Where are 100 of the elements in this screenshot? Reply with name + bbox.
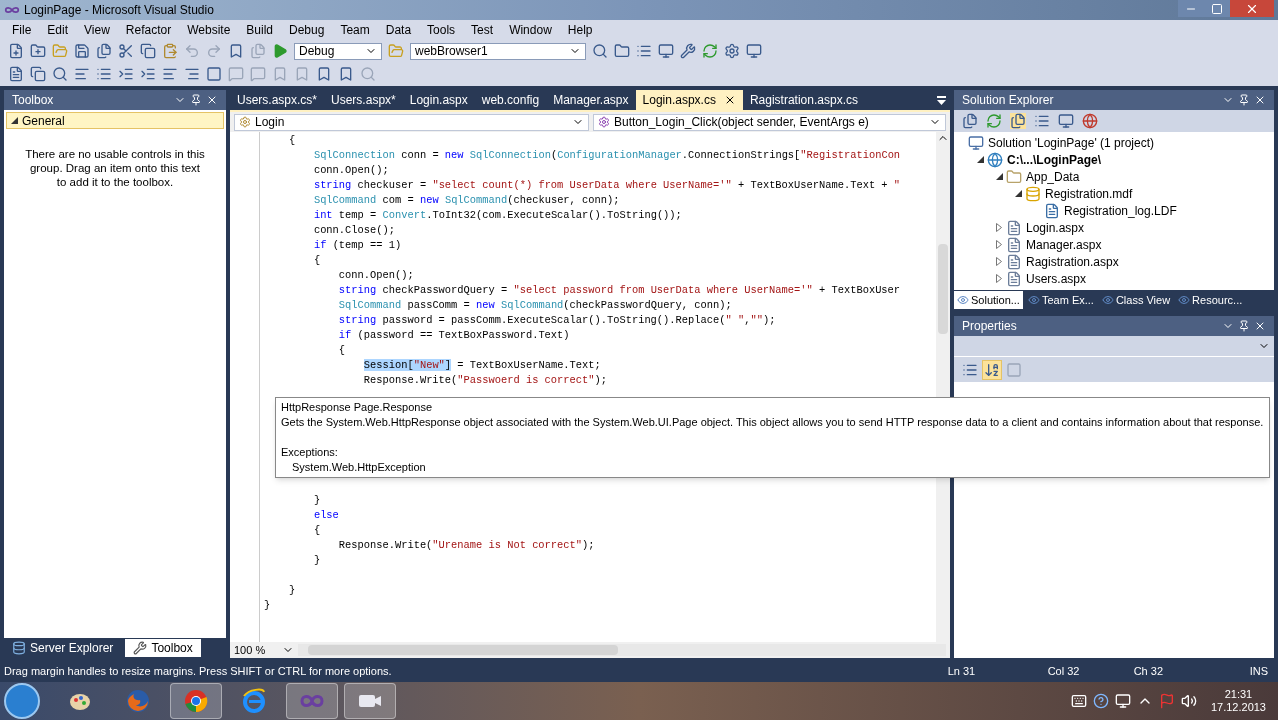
save-icon[interactable] <box>74 43 90 59</box>
fox-globe-icon[interactable] <box>125 688 151 714</box>
tree-item[interactable]: Solution 'LoginPage' (1 project) <box>988 133 1155 152</box>
taskbar-button[interactable] <box>286 683 338 719</box>
tree-item[interactable]: App_Data <box>1026 167 1080 186</box>
bookmark-icon[interactable] <box>338 66 354 82</box>
menu-item[interactable]: Team <box>332 21 378 39</box>
copy-icon[interactable] <box>30 66 46 82</box>
menu-item[interactable]: Build <box>238 21 281 39</box>
expanded-arrow-icon[interactable] <box>995 173 1003 180</box>
alphabetical-button[interactable] <box>982 359 1002 380</box>
volume-icon[interactable] <box>1180 693 1197 709</box>
menu-item[interactable]: File <box>4 21 40 39</box>
list-icon[interactable] <box>96 66 112 82</box>
horizontal-scrollbar[interactable] <box>298 644 946 656</box>
panel-tab[interactable]: Toolbox <box>125 639 201 657</box>
start-button[interactable] <box>4 683 40 719</box>
close-icon[interactable] <box>1254 94 1266 106</box>
refresh-icon[interactable] <box>986 113 1002 129</box>
globe-icon[interactable] <box>1082 113 1098 129</box>
refresh-icon[interactable] <box>702 43 718 59</box>
close-icon[interactable] <box>206 94 218 106</box>
settings-icon[interactable] <box>724 43 740 59</box>
frame-icon[interactable] <box>206 66 222 82</box>
menu-item[interactable]: Refactor <box>117 21 180 39</box>
indent-icon[interactable] <box>140 66 156 82</box>
flag-icon[interactable] <box>1158 693 1175 709</box>
taskbar-button[interactable] <box>344 683 396 719</box>
document-tab[interactable]: Ragistration.aspx.cs <box>742 90 865 110</box>
menu-item[interactable]: Debug <box>281 21 333 39</box>
panel-tab[interactable]: Class View <box>1098 291 1174 309</box>
menu-item[interactable]: Website <box>179 21 239 39</box>
window-title: LoginPage - Microsoft Visual Studio <box>24 2 215 19</box>
close-button[interactable] <box>1230 0 1274 17</box>
menu-item[interactable]: Data <box>377 21 420 39</box>
panel-title: Properties <box>962 318 1018 335</box>
panel-tab[interactable]: Server Explorer <box>4 639 122 657</box>
chrome-icon[interactable] <box>183 688 209 714</box>
document-tab[interactable]: Login.aspx <box>402 90 475 110</box>
e-logo-icon[interactable] <box>241 688 267 714</box>
expanded-arrow-icon[interactable] <box>976 156 984 163</box>
find-icon[interactable] <box>52 66 68 82</box>
menu-item[interactable]: View <box>76 21 118 39</box>
member-dropdown[interactable]: Button_Login_Click(object sender, EventArgs e) <box>593 113 946 131</box>
class-dropdown[interactable]: Login <box>234 113 589 131</box>
pin-icon[interactable] <box>190 94 202 106</box>
document-tab[interactable]: Manager.aspx <box>546 90 636 110</box>
menu-item[interactable]: Help <box>559 21 601 39</box>
menu-item[interactable]: Tools <box>419 21 464 39</box>
panel-tab[interactable]: Solution... <box>954 291 1023 309</box>
menu-item[interactable]: Window <box>501 21 560 39</box>
zoom-dropdown[interactable]: 100 % <box>234 641 294 659</box>
menu-item[interactable]: Test <box>463 21 502 39</box>
collapsed-arrow-icon[interactable] <box>996 274 1002 283</box>
list-icon[interactable] <box>1034 113 1050 129</box>
help-icon[interactable] <box>1092 693 1109 709</box>
text-icon[interactable] <box>74 66 90 82</box>
list-icon[interactable] <box>636 43 652 59</box>
pin-icon[interactable] <box>1238 320 1250 332</box>
tree-item[interactable]: Users.aspx <box>1026 269 1087 288</box>
taskbar-button[interactable] <box>170 683 222 719</box>
configuration-dropdown[interactable]: Debug <box>294 42 382 60</box>
tree-item[interactable]: Manager.aspx <box>1026 235 1102 254</box>
start-debugging-icon[interactable] <box>272 43 288 59</box>
expanded-arrow-icon[interactable] <box>1014 190 1022 197</box>
collapsed-arrow-icon[interactable] <box>996 223 1002 232</box>
tab-menu-icon[interactable] <box>937 96 946 105</box>
collapsed-arrow-icon[interactable] <box>996 257 1002 266</box>
document-tab[interactable]: Users.aspx* <box>324 90 403 110</box>
document-tab[interactable]: Users.aspx.cs* <box>230 90 325 110</box>
document-tab[interactable]: web.config <box>474 90 547 110</box>
panel-tab[interactable]: Team Ex... <box>1024 291 1097 309</box>
find-icon[interactable] <box>592 43 608 59</box>
panel-tab[interactable]: Resourc... <box>1175 291 1246 309</box>
tree-item[interactable]: Login.aspx <box>1026 218 1085 237</box>
maximize-button[interactable] <box>1204 0 1230 17</box>
toolbox-group-header[interactable]: General <box>6 112 224 129</box>
menu-item[interactable]: Edit <box>39 21 77 39</box>
maximize-icon <box>1211 2 1223 15</box>
new-file-icon[interactable] <box>8 43 24 59</box>
cut-icon[interactable] <box>118 43 134 59</box>
scroll-thumb[interactable] <box>938 244 948 334</box>
document-tab[interactable]: Login.aspx.cs <box>635 90 743 110</box>
folder-icon[interactable] <box>614 43 630 59</box>
bookmark-icon[interactable] <box>316 66 332 82</box>
tree-item[interactable]: Registration_log.LDF <box>1064 201 1177 220</box>
copy-icon[interactable] <box>140 43 156 59</box>
keyboard-icon[interactable] <box>1070 693 1087 709</box>
new-folder-icon[interactable] <box>30 43 46 59</box>
target-dropdown[interactable]: webBrowser1 <box>410 42 586 60</box>
tools-icon[interactable] <box>680 43 696 59</box>
tree-item[interactable]: Ragistration.aspx <box>1026 252 1119 271</box>
tree-item[interactable]: C:\...\LoginPage\ <box>1007 150 1101 169</box>
tree-item[interactable]: Registration.mdf <box>1045 184 1133 203</box>
scroll-thumb[interactable] <box>308 645 618 655</box>
collapsed-arrow-icon[interactable] <box>996 240 1002 249</box>
close-icon[interactable] <box>1254 320 1266 332</box>
code-line: Response.Write("Urename is Not correct"); <box>337 538 595 553</box>
clock[interactable]: 21:31 17.12.2013 <box>1202 688 1274 714</box>
pin-icon[interactable] <box>1238 94 1250 106</box>
